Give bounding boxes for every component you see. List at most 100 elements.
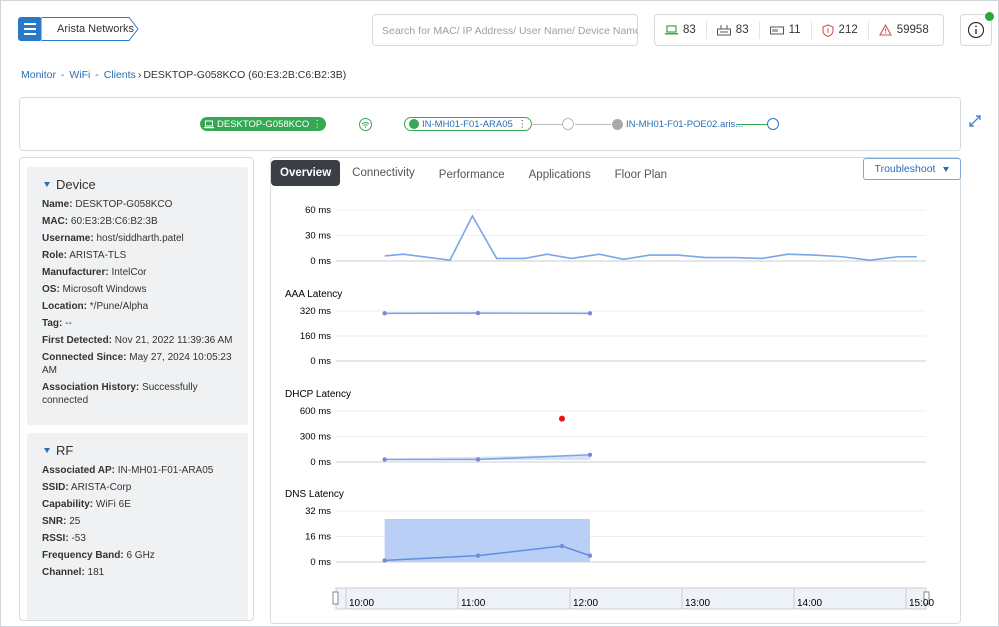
y-tick-label: 320 ms: [300, 306, 331, 317]
laptop-icon: [204, 120, 214, 128]
ap-icon: [409, 119, 419, 129]
latency-charts: 60 ms 30 ms 0 ms AAA Latency 320 ms 160 ms 0 m…: [285, 205, 934, 610]
data-point: [559, 543, 565, 549]
stat-value: 83: [683, 24, 696, 36]
ap-name: IN-MH01-F01-ARA05: [422, 118, 513, 130]
topology-client[interactable]: DESKTOP-G058KCO ⋮: [200, 117, 326, 131]
field-value: 181: [84, 567, 105, 578]
breadcrumb-chevron-icon: ›: [137, 69, 142, 81]
data-point: [382, 457, 387, 462]
org-selector[interactable]: Arista Networks: [41, 17, 139, 41]
wifi-icon: [359, 118, 372, 131]
field-value: -53: [68, 533, 86, 544]
field-value: ARISTA-TLS: [67, 250, 127, 261]
rf-section-header[interactable]: RF: [27, 433, 248, 458]
info-button[interactable]: [960, 12, 994, 46]
stat-value: 59958: [896, 24, 929, 36]
data-point: [382, 558, 387, 563]
caret-down-icon: [44, 448, 50, 453]
stat-servers[interactable]: 11: [760, 21, 812, 39]
breadcrumb-monitor[interactable]: Monitor: [21, 69, 56, 81]
device-fields: Name: DESKTOP-G058KCO MAC: 60:E3:2B:C6:B2…: [27, 198, 248, 407]
caret-down-icon: [44, 182, 50, 187]
field-value: 60:E3:2B:C6:B2:3B: [68, 216, 158, 227]
field-row: Role: ARISTA-TLS: [27, 249, 248, 262]
stat-security[interactable]: 212: [812, 21, 869, 39]
stat-laptops[interactable]: 83: [655, 21, 707, 39]
rf-fields: Associated AP: IN-MH01-F01-ARA05 SSID: AR…: [27, 464, 248, 579]
org-name: Arista Networks: [57, 23, 135, 35]
breadcrumb-clients[interactable]: Clients: [104, 69, 136, 81]
switch-icon: [716, 24, 731, 35]
field-label: Role:: [42, 250, 67, 261]
topology-switch[interactable]: IN-MH01-F01-POE02.aris...: [608, 117, 747, 131]
more-vert-icon[interactable]: ⋮: [313, 119, 323, 130]
expand-icon[interactable]: [968, 114, 982, 128]
y-tick-label: 16 ms: [305, 532, 331, 543]
field-row: Frequency Band: 6 GHz: [27, 549, 248, 562]
field-row: Manufacturer: IntelCor: [27, 266, 248, 279]
troubleshoot-label: Troubleshoot: [874, 163, 936, 175]
field-label: RSSI:: [42, 533, 69, 544]
field-row: Username: host/siddharth.patel: [27, 232, 248, 245]
field-label: SSID:: [42, 482, 69, 493]
field-row: Tag: --: [27, 317, 248, 330]
info-icon: [967, 21, 985, 39]
next-card: [27, 604, 248, 620]
field-label: Associated AP:: [42, 465, 115, 476]
stat-alerts[interactable]: 59958: [869, 21, 939, 39]
search-input[interactable]: Search for MAC/ IP Address/ User Name/ D…: [372, 14, 638, 46]
shield-icon: [821, 23, 834, 37]
outlier-point: [559, 415, 565, 422]
chart-title: AAA Latency: [285, 289, 342, 300]
field-row: SSID: ARISTA-Corp: [27, 481, 248, 494]
field-value: ARISTA-Corp: [68, 482, 132, 493]
chart-title: DHCP Latency: [285, 389, 351, 400]
warning-icon: [878, 24, 892, 36]
caret-down-icon: [943, 166, 950, 172]
rf-card: RF Associated AP: IN-MH01-F01-ARA05 SSID:…: [27, 433, 248, 608]
field-label: Location:: [42, 301, 87, 312]
link-line: [575, 124, 611, 125]
stat-value: 212: [838, 24, 858, 36]
field-row: Location: */Pune/Alpha: [27, 300, 248, 313]
field-value: 6 GHz: [123, 550, 155, 561]
data-point: [382, 311, 387, 316]
y-tick-label: 600 ms: [300, 406, 331, 417]
field-row: First Detected: Nov 21, 2022 11:39:36 AM: [27, 334, 248, 347]
field-label: Name:: [42, 199, 73, 210]
y-tick-label: 60 ms: [305, 205, 331, 216]
field-label: OS:: [42, 284, 60, 295]
client-metrics-panel: Overview Connectivity Performance Applic…: [270, 157, 961, 624]
time-axis-label: 11:00: [461, 598, 486, 609]
device-title: Device: [56, 177, 96, 192]
topology-ap[interactable]: IN-MH01-F01-ARA05 ⋮: [404, 117, 532, 131]
stats-bar: 83 83 11 212 59958: [654, 14, 944, 46]
range-band: [384, 518, 590, 562]
field-label: Channel:: [42, 567, 85, 578]
data-point: [587, 452, 593, 457]
y-tick-label: 300 ms: [300, 432, 331, 443]
field-label: Connected Since:: [42, 352, 127, 363]
time-axis-label: 15:00: [909, 598, 934, 609]
breadcrumb-wifi[interactable]: WiFi: [69, 69, 90, 81]
troubleshoot-button[interactable]: Troubleshoot: [863, 158, 961, 180]
stat-switches[interactable]: 83: [707, 21, 760, 39]
laptop-icon: [665, 25, 678, 35]
device-card: Device Name: DESKTOP-G058KCO MAC: 60:E3:2…: [27, 167, 248, 425]
field-label: Frequency Band:: [42, 550, 124, 561]
menu-button[interactable]: [18, 17, 42, 41]
field-label: Association History:: [42, 382, 140, 393]
field-value: Microsoft Windows: [59, 284, 147, 295]
field-label: First Detected:: [42, 335, 113, 346]
field-row: MAC: 60:E3:2B:C6:B2:3B: [27, 215, 248, 228]
field-value: WiFi 6E: [93, 499, 131, 510]
field-value: */Pune/Alpha: [87, 301, 149, 312]
time-axis-label: 13:00: [685, 598, 710, 609]
field-row: Connected Since: May 27, 2024 10:05:23 A…: [27, 351, 248, 377]
device-section-header[interactable]: Device: [27, 167, 248, 192]
more-vert-icon[interactable]: ⋮: [518, 119, 528, 130]
series-line: [384, 214, 917, 262]
client-details-panel: Device Name: DESKTOP-G058KCO MAC: 60:E3:2…: [19, 157, 254, 621]
field-label: Username:: [42, 233, 94, 244]
